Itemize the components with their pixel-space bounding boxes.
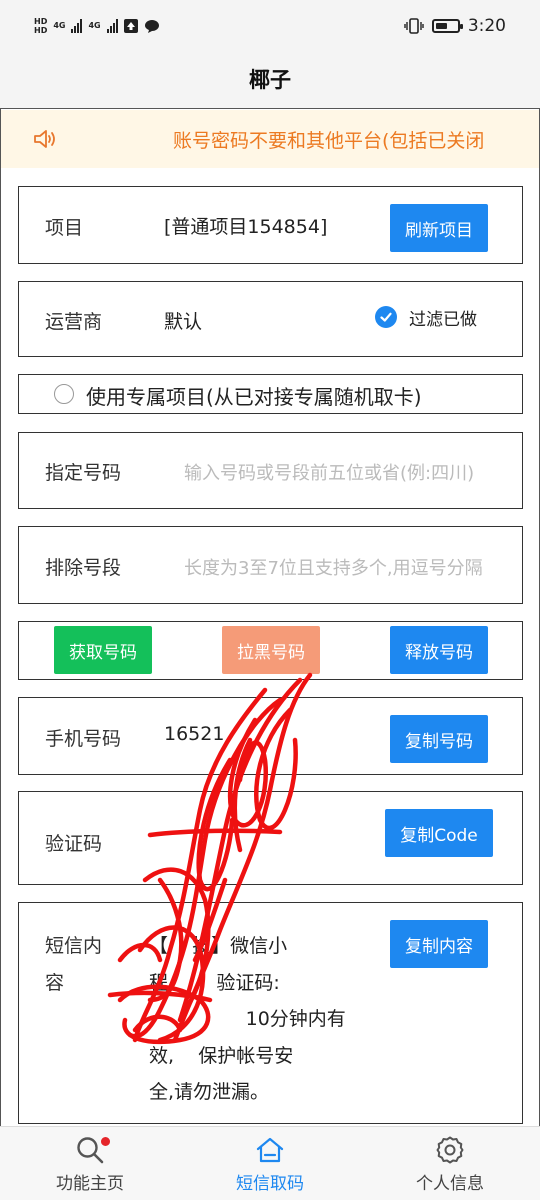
carrier-row: 运营商 默认 过滤已做: [18, 281, 523, 357]
sms-line: 10分钟内有: [149, 1008, 346, 1030]
exclusive-project-radio[interactable]: [54, 384, 74, 404]
nav-label: 短信取码: [236, 1174, 304, 1194]
sim2-hd-tag: HD: [34, 25, 48, 35]
network-type-1: 4G: [53, 21, 66, 30]
verification-code-label: 验证码: [45, 833, 103, 855]
sms-line: 效, 保护帐号安: [149, 1044, 294, 1067]
project-label: 项目: [45, 217, 84, 239]
sms-content-row: 短信内 容 【 技】微信小 程 验证码: 10分钟内有 效, 保护帐号安 全,请…: [18, 902, 523, 1124]
exclusive-project-row[interactable]: 使用专属项目(从已对接专属随机取卡): [18, 374, 523, 414]
release-number-button[interactable]: 释放号码: [390, 626, 488, 674]
blacklist-number-button[interactable]: 拉黑号码: [222, 626, 320, 674]
exclude-range-label: 排除号段: [45, 557, 122, 579]
phone-number-row: 手机号码 16521 复制号码: [18, 697, 523, 775]
phone-number-label: 手机号码: [45, 728, 122, 750]
network-type-2: 4G: [88, 21, 101, 30]
carrier-value[interactable]: 默认: [164, 307, 202, 334]
verification-code-row: 验证码 复制Code: [18, 791, 523, 885]
copy-number-button[interactable]: 复制号码: [390, 715, 488, 763]
sms-line: 程 验证码:: [149, 971, 280, 994]
get-number-button[interactable]: 获取号码: [54, 626, 152, 674]
carrier-label: 运营商: [45, 311, 103, 333]
copy-code-button[interactable]: 复制Code: [385, 809, 493, 857]
sms-line: 【 技】微信小: [149, 935, 288, 957]
upload-icon: [123, 19, 138, 33]
gear-icon: [436, 1136, 464, 1164]
nav-item-profile[interactable]: 个人信息: [360, 1127, 540, 1200]
clock: 3:20: [467, 16, 506, 36]
sms-label-line: 容: [45, 971, 65, 994]
filter-done-checkbox[interactable]: [375, 306, 397, 328]
signal-icon: [106, 19, 118, 33]
specify-number-row: 指定号码 输入号码或号段前五位或省(例:四川): [18, 432, 523, 509]
exclude-range-input[interactable]: 长度为3至7位且支持多个,用逗号分隔: [184, 554, 498, 580]
nav-label: 功能主页: [56, 1174, 124, 1194]
exclusive-project-label[interactable]: 使用专属项目(从已对接专属随机取卡): [86, 381, 422, 410]
notice-text: 账号密码不要和其他平台(包括已关闭: [173, 129, 485, 152]
actions-row: 获取号码 拉黑号码 释放号码: [18, 621, 523, 680]
sms-line: 全,请勿泄漏。: [149, 1081, 270, 1103]
sim1-hd-tag: HD: [34, 16, 48, 26]
sms-content-label: 短信内 容: [45, 928, 102, 1001]
project-row: 项目 [普通项目154854] 刷新项目: [18, 186, 523, 264]
vibrate-icon: [404, 18, 424, 34]
filter-done-label[interactable]: 过滤已做: [409, 305, 477, 330]
notice-bar: 账号密码不要和其他平台(包括已关闭: [1, 110, 539, 168]
specify-number-input[interactable]: 输入号码或号段前五位或省(例:四川): [184, 459, 498, 485]
nav-item-sms[interactable]: 短信取码: [180, 1127, 360, 1200]
exclude-range-row: 排除号段 长度为3至7位且支持多个,用逗号分隔: [18, 526, 523, 604]
nav-label: 个人信息: [416, 1174, 484, 1194]
nav-item-home[interactable]: 功能主页: [0, 1127, 180, 1200]
sms-label-line: 短信内: [45, 935, 103, 957]
check-icon: [380, 312, 392, 322]
speaker-icon: [34, 130, 55, 148]
message-bubble-icon: [144, 19, 159, 33]
status-bar: HD HD 4G 4G 3:20: [0, 0, 540, 52]
refresh-project-button[interactable]: 刷新项目: [390, 204, 488, 252]
signal-icon: [71, 19, 83, 33]
notification-badge: [101, 1137, 110, 1146]
bottom-nav: 功能主页 短信取码 个人信息: [0, 1126, 540, 1200]
battery-icon: [431, 19, 463, 33]
specify-number-label: 指定号码: [45, 462, 122, 484]
sms-content-text: 【 技】微信小 程 验证码: 10分钟内有 效, 保护帐号安 全,请勿泄漏。: [149, 928, 359, 1111]
copy-content-button[interactable]: 复制内容: [390, 920, 488, 968]
home-icon: [256, 1137, 284, 1163]
project-value[interactable]: [普通项目154854]: [164, 212, 327, 239]
page-title: 椰子: [249, 68, 291, 92]
phone-number-value: 16521: [164, 723, 225, 745]
